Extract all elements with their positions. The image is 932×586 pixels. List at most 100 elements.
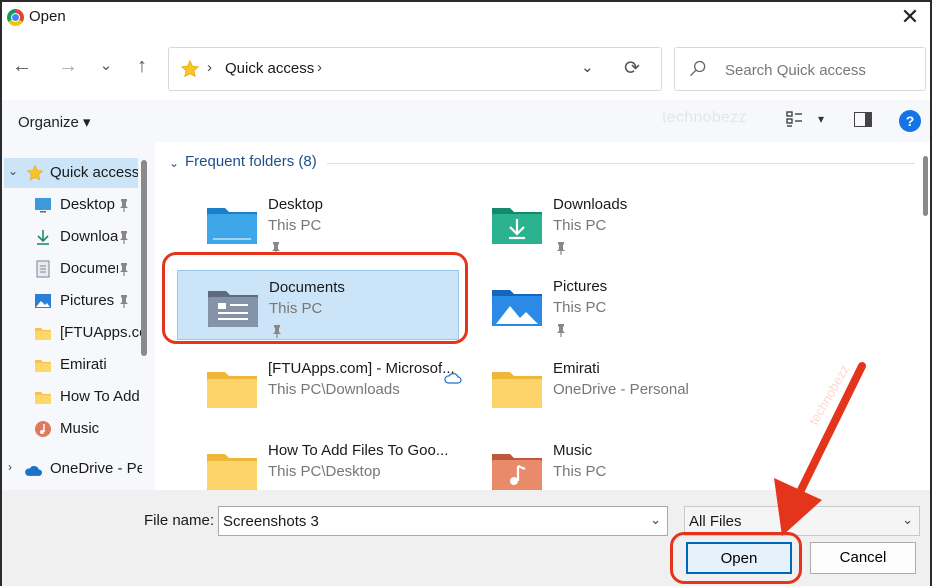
sidebar-item-label: [FTUApps.com] - Microsoft [60, 324, 142, 341]
chevron-down-icon[interactable]: ⌄ [902, 512, 913, 528]
folder-name: Pictures [553, 278, 608, 295]
refresh-icon[interactable]: ⟳ [624, 57, 640, 80]
address-dropdown-icon[interactable]: ⌄ [581, 58, 594, 76]
folder-location: This PC [268, 217, 322, 234]
folder-tile-music[interactable]: Music This PC [462, 434, 744, 490]
file-list: ⌄ Frequent folders (8) Desktop This PC D… [155, 142, 921, 490]
folder-location: OneDrive - Personal [553, 381, 689, 398]
folder-name: Emirati [553, 360, 600, 377]
cancel-button[interactable]: Cancel [810, 542, 916, 574]
folder-name: How To Add Files To Goo... [268, 442, 449, 459]
chevron-down-icon[interactable]: ⌄ [169, 156, 179, 170]
star-icon [26, 164, 44, 181]
download-icon [37, 230, 49, 245]
folder-location: This PC [553, 299, 607, 316]
folder-tile-documents[interactable]: Documents This PC [177, 270, 459, 340]
help-icon[interactable]: ? [899, 110, 921, 132]
folder-name: Music [553, 442, 593, 459]
navigation-bar: ← → ⌄ ↑ › Quick access › ⌄ ⟳ Search Quic… [2, 42, 930, 94]
group-divider [327, 163, 915, 164]
breadcrumb-separator-end[interactable]: › [317, 59, 322, 76]
sidebar-item-label: Documents [60, 260, 118, 277]
scrollbar-thumb[interactable] [923, 156, 928, 216]
sidebar-item-desktop[interactable]: Desktop [2, 190, 142, 220]
open-button[interactable]: Open [686, 542, 792, 574]
recent-locations-button[interactable]: ⌄ [94, 54, 118, 78]
preview-pane-icon[interactable] [854, 112, 872, 127]
up-button[interactable]: ↑ [130, 54, 154, 78]
sidebar-item-pictures[interactable]: Pictures [2, 286, 142, 316]
document-icon [36, 260, 50, 278]
folder-tile-emirati[interactable]: Emirati OneDrive - Personal [444, 352, 744, 422]
sidebar-item-ftuapps[interactable]: [FTUApps.com] - Microsoft [2, 318, 142, 348]
dialog-footer: File name: Screenshots 3 ⌄ All Files ⌄ O… [2, 490, 930, 586]
organize-menu[interactable]: Organize ▾ [18, 113, 91, 131]
group-header-frequent-folders[interactable]: Frequent folders (8) [185, 153, 317, 170]
sidebar-item-emirati[interactable]: Emirati [2, 350, 142, 380]
folder-name: Desktop [268, 196, 324, 213]
sidebar-item-how-to-add[interactable]: How To Add Files To Google [2, 382, 142, 412]
sidebar-scrollbar[interactable] [141, 160, 147, 356]
folder-location: This PC [553, 463, 607, 480]
search-box[interactable]: Search Quick access [674, 47, 926, 91]
sidebar-item-music[interactable]: Music [2, 414, 142, 444]
content-scrollbar[interactable] [921, 142, 930, 490]
downloads-folder-icon [492, 208, 542, 244]
view-options-icon [786, 111, 802, 127]
sidebar-item-label: Desktop [60, 196, 116, 213]
filename-input[interactable]: Screenshots 3 ⌄ [218, 506, 668, 536]
close-button[interactable]: ✕ [896, 4, 924, 32]
pin-icon [557, 324, 565, 337]
title-bar: Open ✕ [2, 2, 930, 34]
forward-button[interactable]: → [56, 54, 80, 78]
folder-tile-ftuapps[interactable]: [FTUApps.com] - Microsof... This PC\Down… [177, 352, 459, 422]
pin-icon [120, 231, 128, 244]
sidebar-item-downloads[interactable]: Downloads [2, 222, 142, 252]
view-dropdown-icon[interactable]: ▾ [818, 112, 824, 126]
folder-location: This PC\Downloads [268, 381, 400, 398]
chevron-down-icon[interactable]: ⌄ [8, 164, 18, 178]
folder-tile-desktop[interactable]: Desktop This PC [177, 188, 459, 258]
search-input[interactable]: Search Quick access [725, 62, 866, 79]
sidebar-item-quick-access[interactable]: ⌄ Quick access [4, 158, 138, 188]
chrome-icon [7, 9, 24, 26]
desktop-icon [35, 198, 51, 213]
folder-tile-downloads[interactable]: Downloads This PC [462, 188, 744, 258]
folder-icon [35, 392, 51, 404]
chevron-right-icon[interactable]: › [8, 460, 12, 474]
folder-location: This PC [269, 300, 323, 317]
back-button[interactable]: ← [10, 54, 34, 78]
sidebar-item-label: Downloads [60, 228, 118, 245]
music-folder-icon [492, 454, 542, 490]
sidebar-item-label: Quick access [50, 164, 138, 181]
file-type-select[interactable]: All Files ⌄ [684, 506, 920, 536]
sidebar-item-label: Emirati [60, 356, 107, 373]
folder-name: Documents [269, 279, 345, 296]
sidebar-item-documents[interactable]: Documents [2, 254, 142, 284]
change-view-button[interactable]: ▾ [786, 111, 824, 132]
sidebar-item-label: Music [60, 420, 100, 437]
filename-label: File name: [144, 512, 215, 529]
pin-icon [557, 242, 565, 255]
command-bar: Organize ▾ technobezz ▾ ? [2, 100, 930, 142]
filename-value[interactable]: Screenshots 3 [223, 513, 319, 530]
breadcrumb-separator[interactable]: › [207, 59, 212, 76]
folder-tile-how-to-add[interactable]: How To Add Files To Goo... This PC\Deskt… [177, 434, 459, 490]
folder-icon [207, 372, 257, 408]
breadcrumb-quick-access[interactable]: Quick access [225, 60, 314, 77]
documents-folder-icon [208, 291, 258, 327]
sidebar-item-onedrive[interactable]: › OneDrive - Personal [2, 454, 142, 484]
chevron-down-icon[interactable]: ⌄ [650, 512, 661, 528]
file-type-value[interactable]: All Files [689, 513, 742, 530]
onedrive-icon [25, 465, 42, 476]
pin-icon [120, 295, 128, 308]
address-bar[interactable]: › Quick access › ⌄ ⟳ [168, 47, 662, 91]
open-file-dialog: Open ✕ ← → ⌄ ↑ › Quick access › ⌄ ⟳ Sear… [0, 0, 932, 586]
desktop-folder-icon [207, 208, 257, 244]
sidebar-item-label: OneDrive - Personal [50, 460, 142, 477]
navigation-pane: ⌄ Quick access Desktop Downloads [2, 142, 155, 490]
folder-tile-pictures[interactable]: Pictures This PC [462, 270, 744, 340]
cloud-sync-icon [444, 373, 462, 384]
pin-icon [120, 263, 128, 276]
music-icon [35, 421, 51, 437]
